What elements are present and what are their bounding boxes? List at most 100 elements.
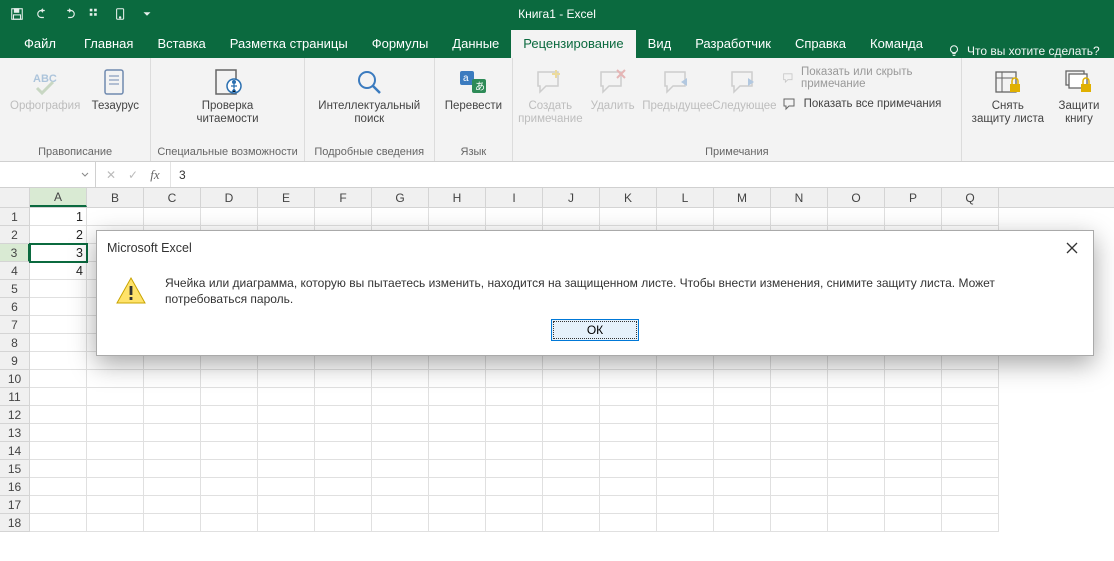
cell[interactable]: [657, 514, 714, 532]
cell[interactable]: [543, 388, 600, 406]
cell[interactable]: [714, 478, 771, 496]
cell[interactable]: [144, 388, 201, 406]
cell[interactable]: [771, 424, 828, 442]
cell[interactable]: [714, 208, 771, 226]
column-header[interactable]: G: [372, 188, 429, 207]
cell[interactable]: [828, 478, 885, 496]
smart-lookup-button[interactable]: Интеллектуальный поиск: [314, 62, 424, 126]
cell[interactable]: [30, 478, 87, 496]
cell[interactable]: [543, 460, 600, 478]
thesaurus-button[interactable]: Тезаурус: [86, 62, 144, 113]
row-header[interactable]: 18: [0, 514, 30, 532]
row-header[interactable]: 11: [0, 388, 30, 406]
cell[interactable]: [30, 442, 87, 460]
row-header[interactable]: 12: [0, 406, 30, 424]
cell[interactable]: [30, 496, 87, 514]
cell[interactable]: [828, 514, 885, 532]
column-header[interactable]: F: [315, 188, 372, 207]
cell[interactable]: [657, 208, 714, 226]
cell[interactable]: [30, 460, 87, 478]
cell[interactable]: [258, 424, 315, 442]
cell[interactable]: [828, 460, 885, 478]
column-header[interactable]: L: [657, 188, 714, 207]
enter-formula-icon[interactable]: ✓: [124, 168, 142, 182]
cell[interactable]: [771, 514, 828, 532]
cell[interactable]: [771, 496, 828, 514]
row-header[interactable]: 2: [0, 226, 30, 244]
cell[interactable]: [486, 388, 543, 406]
cell[interactable]: [30, 316, 87, 334]
cell[interactable]: [30, 424, 87, 442]
cell[interactable]: [486, 496, 543, 514]
cell[interactable]: [30, 388, 87, 406]
cell[interactable]: [885, 496, 942, 514]
cell[interactable]: [885, 388, 942, 406]
column-header[interactable]: H: [429, 188, 486, 207]
cell[interactable]: [543, 496, 600, 514]
cell[interactable]: [486, 460, 543, 478]
next-comment-button[interactable]: Следующее: [713, 62, 775, 113]
cell[interactable]: [315, 514, 372, 532]
tab-developer[interactable]: Разработчик: [683, 30, 783, 58]
spelling-button[interactable]: ABC Орфография: [6, 62, 84, 113]
cell[interactable]: [87, 370, 144, 388]
show-hide-comment-button[interactable]: Показать или скрыть примечание: [778, 64, 955, 92]
cell[interactable]: [315, 442, 372, 460]
cell[interactable]: [942, 370, 999, 388]
cell[interactable]: [600, 496, 657, 514]
cell[interactable]: [942, 388, 999, 406]
cell[interactable]: [144, 514, 201, 532]
cell[interactable]: [828, 388, 885, 406]
cell[interactable]: [885, 478, 942, 496]
cell[interactable]: [600, 208, 657, 226]
cell[interactable]: 4: [30, 262, 87, 280]
cell[interactable]: [144, 424, 201, 442]
cell[interactable]: [258, 388, 315, 406]
cell[interactable]: [372, 496, 429, 514]
cell[interactable]: [201, 460, 258, 478]
cell[interactable]: [543, 424, 600, 442]
cell[interactable]: [543, 208, 600, 226]
new-comment-button[interactable]: Создать примечание: [519, 62, 582, 126]
cell[interactable]: [315, 208, 372, 226]
row-header[interactable]: 13: [0, 424, 30, 442]
cell[interactable]: [372, 442, 429, 460]
cell[interactable]: [429, 406, 486, 424]
cell[interactable]: [714, 442, 771, 460]
unprotect-sheet-button[interactable]: Снять защиту листа: [968, 62, 1048, 126]
column-header[interactable]: D: [201, 188, 258, 207]
row-header[interactable]: 4: [0, 262, 30, 280]
cell[interactable]: [600, 442, 657, 460]
row-header[interactable]: 14: [0, 442, 30, 460]
tab-view[interactable]: Вид: [636, 30, 684, 58]
cell[interactable]: [714, 460, 771, 478]
cell[interactable]: [600, 478, 657, 496]
column-header[interactable]: M: [714, 188, 771, 207]
row-header[interactable]: 5: [0, 280, 30, 298]
cell[interactable]: [828, 442, 885, 460]
cell[interactable]: [201, 388, 258, 406]
cell[interactable]: [144, 496, 201, 514]
undo-icon[interactable]: [32, 3, 54, 25]
cell[interactable]: [30, 280, 87, 298]
cell[interactable]: [315, 478, 372, 496]
cell[interactable]: [258, 496, 315, 514]
cell[interactable]: [87, 388, 144, 406]
cell[interactable]: [201, 424, 258, 442]
row-header[interactable]: 17: [0, 496, 30, 514]
cell[interactable]: [600, 514, 657, 532]
cell[interactable]: [543, 442, 600, 460]
cell[interactable]: [372, 370, 429, 388]
dialog-ok-button[interactable]: ОК: [551, 319, 639, 341]
cell[interactable]: [315, 496, 372, 514]
tab-help[interactable]: Справка: [783, 30, 858, 58]
cancel-formula-icon[interactable]: ✕: [102, 168, 120, 182]
cell[interactable]: [30, 334, 87, 352]
column-header[interactable]: E: [258, 188, 315, 207]
cell[interactable]: [885, 406, 942, 424]
cell[interactable]: [657, 496, 714, 514]
cell[interactable]: [87, 478, 144, 496]
cell[interactable]: [87, 424, 144, 442]
cell[interactable]: [429, 478, 486, 496]
cell[interactable]: [942, 460, 999, 478]
